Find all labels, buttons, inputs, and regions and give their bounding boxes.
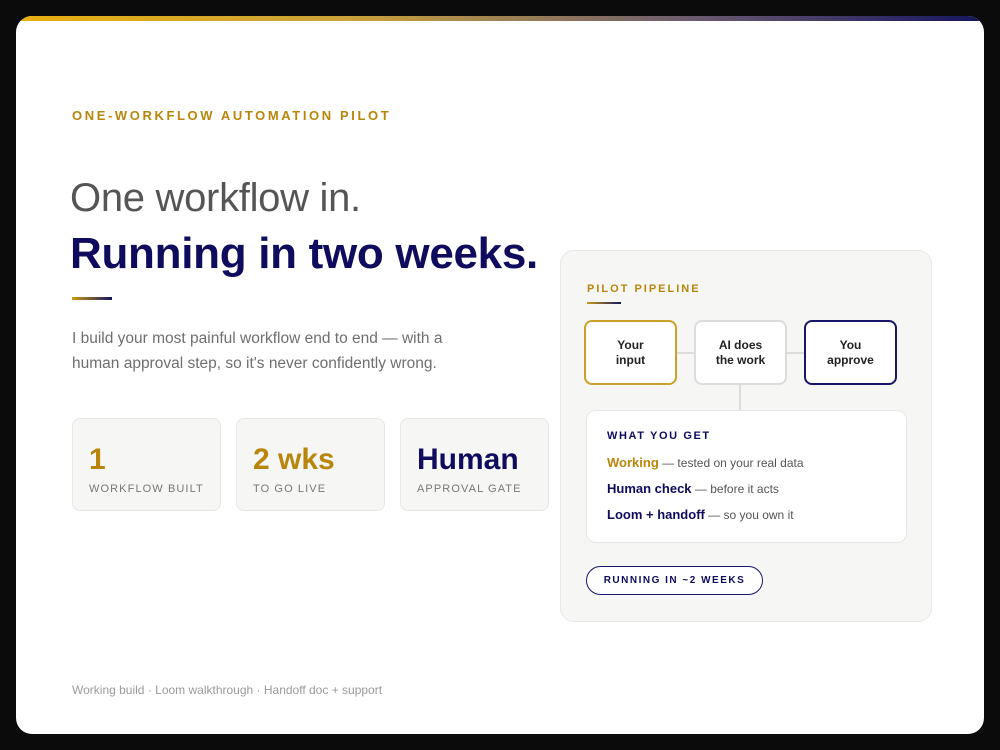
gradient-accent-bar: [16, 16, 984, 21]
panel-divider: [587, 302, 621, 304]
node-label: approve: [827, 352, 874, 367]
connector-line: [677, 352, 694, 354]
headline-line-2: Running in two weeks.: [70, 229, 538, 278]
deliverable-desc: — tested on your real data: [658, 456, 804, 470]
stat-card-workflows: 1 WORKFLOW BUILT: [72, 418, 221, 511]
pipeline-node-input: Your input: [584, 320, 677, 385]
stat-value: Human: [417, 443, 519, 476]
lede-paragraph: I build your most painful workflow end t…: [72, 330, 443, 372]
deliverable-desc: — before it acts: [691, 482, 779, 496]
footer-note: Working build · Loom walkthrough · Hando…: [72, 683, 383, 697]
node-label: AI does: [718, 337, 763, 352]
stat-label: APPROVAL GATE: [417, 483, 522, 495]
running-badge: RUNNING IN ~2 WEEKS: [586, 566, 763, 595]
headline-divider: [72, 297, 112, 300]
stat-card-approval: Human APPROVAL GATE: [400, 418, 549, 511]
eyebrow-label: ONE-WORKFLOW AUTOMATION PILOT: [72, 108, 392, 123]
deliverable-item: Loom + handoff — so you own it: [607, 507, 794, 522]
node-label: You: [839, 337, 862, 352]
deliverable-item: Working — tested on your real data: [607, 455, 804, 470]
panel-title: PILOT PIPELINE: [587, 283, 701, 295]
stat-value: 1: [89, 443, 106, 476]
what-you-get-box: WHAT YOU GET Working — tested on your re…: [586, 410, 907, 543]
slide-card: ONE-WORKFLOW AUTOMATION PILOT One workfl…: [16, 16, 984, 734]
connector-line: [787, 352, 804, 354]
deliverable-item: Human check — before it acts: [607, 481, 779, 496]
deliverable-term: Loom + handoff: [607, 507, 705, 522]
stat-label: TO GO LIVE: [253, 483, 327, 495]
deliverable-desc: — so you own it: [704, 508, 794, 522]
connector-line-vertical: [739, 385, 741, 410]
what-you-get-title: WHAT YOU GET: [607, 430, 711, 442]
stat-card-timeline: 2 wks TO GO LIVE: [236, 418, 385, 511]
deliverable-term: Working: [607, 455, 659, 470]
pipeline-node-approve: You approve: [804, 320, 897, 385]
deliverable-term: Human check: [607, 481, 692, 496]
node-label: the work: [715, 352, 766, 367]
pilot-pipeline-panel: PILOT PIPELINE Your input AI does the wo…: [560, 250, 932, 622]
headline-line-1: One workflow in.: [70, 176, 361, 220]
node-label: input: [615, 352, 646, 367]
stat-label: WORKFLOW BUILT: [89, 483, 204, 495]
node-label: Your: [617, 337, 644, 352]
stat-value: 2 wks: [253, 443, 335, 476]
pipeline-node-ai: AI does the work: [694, 320, 787, 385]
